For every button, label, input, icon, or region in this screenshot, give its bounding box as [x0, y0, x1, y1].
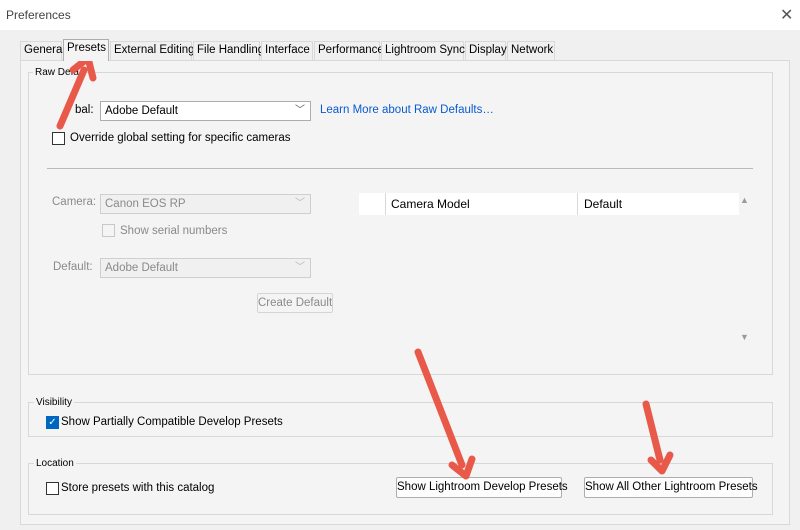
title-bar [0, 0, 800, 30]
tab-lightroom-sync[interactable]: Lightroom Sync [381, 41, 465, 60]
tab-network[interactable]: Network [507, 41, 555, 60]
learn-more-link[interactable]: Learn More about Raw Defaults… [320, 104, 494, 116]
divider [47, 168, 753, 169]
store-presets-checkbox[interactable] [46, 482, 59, 495]
column-divider [385, 193, 386, 215]
scroll-up-icon[interactable]: ▲ [740, 195, 749, 205]
chevron-down-icon: ﹀ [295, 198, 305, 209]
show-serial-label: Show serial numbers [120, 225, 228, 237]
raw-defaults-label: Raw Defa [33, 67, 81, 78]
tab-presets[interactable]: Presets [63, 39, 109, 61]
camera-select[interactable]: Canon EOS RP ﹀ [100, 194, 311, 214]
tab-interface[interactable]: Interface [261, 41, 313, 60]
store-presets-label: Store presets with this catalog [61, 482, 215, 494]
default-label: Default: [53, 261, 93, 273]
default-select[interactable]: Adobe Default ﹀ [100, 258, 311, 278]
location-label: Location [34, 458, 76, 469]
column-divider [577, 193, 578, 215]
camera-label: Camera: [52, 196, 97, 208]
show-partial-checkbox[interactable]: ✓ [46, 416, 59, 429]
column-default[interactable]: Default [584, 193, 622, 215]
show-partial-label: Show Partially Compatible Develop Preset… [61, 416, 283, 428]
show-serial-checkbox[interactable] [102, 224, 115, 237]
default-select-value: Adobe Default [105, 262, 178, 274]
camera-select-value: Canon EOS RP [105, 198, 186, 210]
create-default-button[interactable]: Create Default [257, 293, 333, 313]
global-select[interactable]: Adobe Default ﹀ [100, 101, 311, 121]
scroll-down-icon[interactable]: ▼ [740, 332, 749, 342]
chevron-down-icon: ﹀ [295, 105, 305, 116]
show-other-presets-button[interactable]: Show All Other Lightroom Presets [584, 477, 758, 498]
tab-external-editing[interactable]: External Editing [110, 41, 195, 60]
tab-display[interactable]: Display [465, 41, 507, 60]
tab-general[interactable]: General [20, 41, 65, 60]
tab-file-handling[interactable]: File Handling [193, 41, 264, 60]
show-develop-presets-button[interactable]: Show Lightroom Develop Presets [396, 477, 568, 498]
visibility-label: Visibility [34, 397, 74, 408]
override-label: Override global setting for specific cam… [70, 132, 291, 144]
close-icon[interactable]: ✕ [780, 5, 793, 25]
window-title: Preferences [6, 8, 71, 22]
global-select-value: Adobe Default [105, 105, 178, 117]
tab-performance[interactable]: Performance [314, 41, 384, 60]
global-label: bal: [75, 104, 94, 116]
chevron-down-icon: ﹀ [295, 262, 305, 273]
override-checkbox[interactable] [52, 132, 65, 145]
column-camera-model[interactable]: Camera Model [391, 193, 470, 215]
